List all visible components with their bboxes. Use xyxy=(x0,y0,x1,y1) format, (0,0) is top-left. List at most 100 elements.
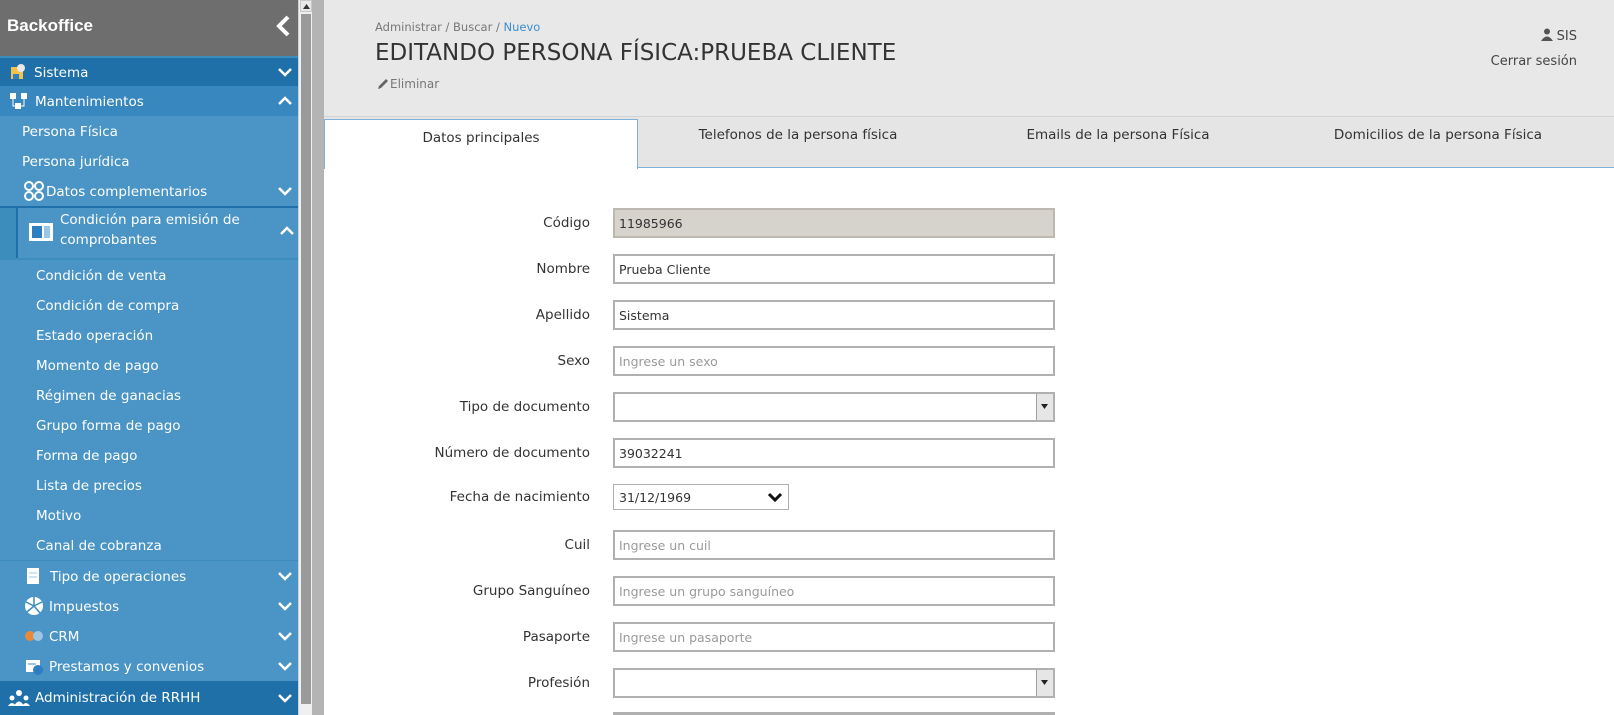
sidebar-item-label: Tipo de operaciones xyxy=(50,569,187,585)
grupo-sanguineo-field[interactable] xyxy=(613,576,1055,606)
form-row-tipo-documento: Tipo de documento xyxy=(324,392,1614,424)
sidebar-scrollbar[interactable] xyxy=(298,0,313,715)
form-row-cuil: Cuil xyxy=(324,530,1614,562)
scroll-up-button[interactable] xyxy=(300,0,312,12)
sidebar-item-momento-pago[interactable]: Momento de pago xyxy=(0,350,298,380)
sidebar-item-condicion-emision[interactable]: Condición para emisión de comprobantes xyxy=(16,208,298,258)
nombre-label: Nombre xyxy=(536,261,590,277)
sidebar-item-label: Condición de venta xyxy=(36,268,167,284)
delete-link[interactable]: Eliminar xyxy=(377,75,439,91)
form-row-fecha-nacimiento: Fecha de nacimiento 31/12/1969 xyxy=(324,484,1614,516)
maintenance-icon xyxy=(10,93,27,109)
sidebar-item-persona-fisica[interactable]: Persona Física xyxy=(0,116,298,146)
sidebar-item-label: Forma de pago xyxy=(36,448,138,464)
document-icon xyxy=(29,223,53,241)
sidebar-item-estado-operacion[interactable]: Estado operación xyxy=(0,320,298,350)
form-row-apellido: Apellido xyxy=(324,300,1614,332)
grupo-sanguineo-label: Grupo Sanguíneo xyxy=(472,583,590,599)
sidebar-item-motivo[interactable]: Motivo xyxy=(0,500,298,530)
sidebar-item-crm[interactable]: CRM xyxy=(0,621,298,651)
sexo-label: Sexo xyxy=(557,353,590,369)
brand-bar: Backoffice xyxy=(0,0,298,56)
sidebar-item-canal-cobranza[interactable]: Canal de cobranza xyxy=(0,530,298,560)
user-menu[interactable]: SIS xyxy=(1491,27,1577,44)
logout-link[interactable]: Cerrar sesión xyxy=(1491,54,1577,69)
sidebar-item-condicion-venta[interactable]: Condición de venta xyxy=(0,260,298,290)
sidebar-item-prestamos[interactable]: Prestamos y convenios xyxy=(0,651,298,681)
sidebar-item-label: Lista de precios xyxy=(36,478,142,494)
sidebar-item-label: Administración de RRHH xyxy=(35,690,201,706)
user-icon xyxy=(1540,28,1553,41)
breadcrumb-nuevo[interactable]: Nuevo xyxy=(504,20,541,34)
breadcrumb-administrar[interactable]: Administrar xyxy=(375,20,442,34)
chevron-down-icon xyxy=(278,662,292,671)
chevron-down-icon xyxy=(278,602,292,611)
form-row-grupo-sanguineo: Grupo Sanguíneo xyxy=(324,576,1614,608)
profesion-label: Profesión xyxy=(527,675,590,691)
codigo-field xyxy=(613,208,1055,238)
apellido-field[interactable] xyxy=(613,300,1055,330)
pasaporte-field[interactable] xyxy=(613,622,1055,652)
people-icon xyxy=(8,690,30,706)
tab-domicilios[interactable]: Domicilios de la persona Física xyxy=(1278,117,1598,167)
clipboard-icon xyxy=(27,568,39,584)
chevron-down-icon xyxy=(278,632,292,641)
breadcrumb: Administrar / Buscar / Nuevo xyxy=(375,20,540,34)
system-icon xyxy=(11,64,25,79)
tipo-documento-dropdown-button[interactable] xyxy=(1036,394,1053,420)
form-row-nombre: Nombre xyxy=(324,254,1614,286)
fecha-nacimiento-picker[interactable]: 31/12/1969 xyxy=(613,484,789,510)
brand-title: Backoffice xyxy=(7,16,93,35)
profesion-select[interactable] xyxy=(613,668,1055,698)
nombre-field[interactable] xyxy=(613,254,1055,284)
breadcrumb-separator: / xyxy=(441,20,454,34)
chevron-down-icon xyxy=(278,572,292,581)
sidebar-item-rrhh[interactable]: Administración de RRHH xyxy=(0,681,298,715)
form-row-profesion: Profesión xyxy=(324,668,1614,700)
dropdown-arrow-icon xyxy=(1041,680,1048,685)
sidebar-item-datos-complementarios[interactable]: Datos complementarios xyxy=(0,176,298,208)
tab-emails[interactable]: Emails de la persona Física xyxy=(958,117,1278,167)
sidebar-item-tipo-operaciones[interactable]: Tipo de operaciones xyxy=(0,561,298,591)
tipo-documento-select[interactable] xyxy=(613,392,1055,422)
sidebar-item-label: Prestamos y convenios xyxy=(49,659,205,675)
sidebar-item-label: Grupo forma de pago xyxy=(36,418,181,434)
sidebar-item-persona-juridica[interactable]: Persona jurídica xyxy=(0,146,298,176)
sidebar-item-label: Condición de compra xyxy=(36,298,180,314)
collapse-sidebar-icon[interactable] xyxy=(274,14,294,38)
form-row-sexo: Sexo xyxy=(324,346,1614,378)
sidebar-item-forma-pago[interactable]: Forma de pago xyxy=(0,440,298,470)
pasaporte-label: Pasaporte xyxy=(522,629,590,645)
breadcrumb-separator: / xyxy=(492,20,504,34)
sidebar-item-label: CRM xyxy=(49,629,80,645)
tab-telefonos[interactable]: Telefonos de la persona física xyxy=(638,117,958,167)
sidebar-item-label: Motivo xyxy=(36,508,82,524)
sidebar-item-label: Momento de pago xyxy=(36,358,159,374)
sidebar-item-label: Persona jurídica xyxy=(22,154,130,170)
arrow-up-icon xyxy=(303,4,310,9)
delete-label: Eliminar xyxy=(390,77,440,91)
sidebar: Backoffice Sistema Mantenimientos Person… xyxy=(0,0,298,715)
cuil-label: Cuil xyxy=(564,537,590,553)
sidebar-item-lista-precios[interactable]: Lista de precios xyxy=(0,470,298,500)
sidebar-item-label: Datos complementarios xyxy=(46,184,208,200)
breadcrumb-buscar[interactable]: Buscar xyxy=(453,20,492,34)
sidebar-item-label: Régimen de ganacias xyxy=(36,388,182,404)
chevron-up-icon xyxy=(280,226,294,235)
scroll-thumb[interactable] xyxy=(301,14,311,704)
numero-documento-field[interactable] xyxy=(613,438,1055,468)
chevron-down-icon xyxy=(278,694,292,703)
tipo-documento-label: Tipo de documento xyxy=(459,399,590,415)
sidebar-item-grupo-forma-pago[interactable]: Grupo forma de pago xyxy=(0,410,298,440)
sidebar-item-sistema[interactable]: Sistema xyxy=(0,58,298,86)
tab-datos-principales[interactable]: Datos principales xyxy=(324,119,638,169)
sidebar-item-regimen-ganancias[interactable]: Régimen de ganacias xyxy=(0,380,298,410)
sidebar-item-mantenimientos[interactable]: Mantenimientos xyxy=(0,86,298,116)
cuil-field[interactable] xyxy=(613,530,1055,560)
sexo-field[interactable] xyxy=(613,346,1055,376)
sidebar-item-label: Persona Física xyxy=(22,124,118,140)
sidebar-item-impuestos[interactable]: Impuestos xyxy=(0,591,298,621)
profesion-dropdown-button[interactable] xyxy=(1036,670,1053,696)
loans-icon xyxy=(26,660,43,675)
sidebar-item-condicion-compra[interactable]: Condición de compra xyxy=(0,290,298,320)
